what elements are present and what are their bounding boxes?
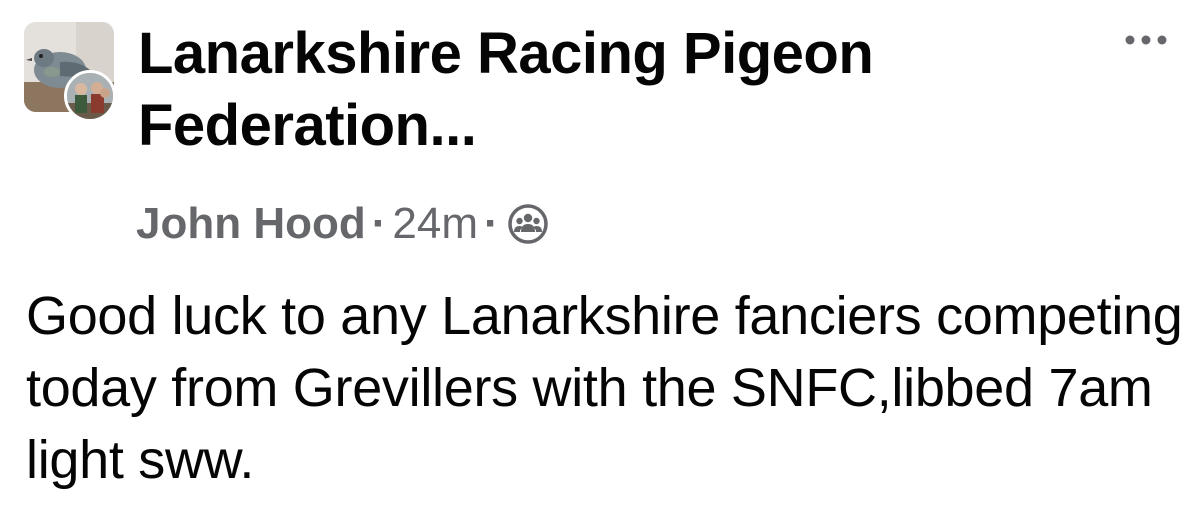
author-name[interactable]: John Hood	[136, 199, 366, 249]
post-meta: John Hood · 24m ·	[136, 196, 549, 252]
meta-separator: ·	[483, 199, 499, 248]
post-timestamp[interactable]: 24m	[392, 199, 478, 249]
meta-separator: ·	[371, 199, 387, 248]
author-photo	[67, 73, 113, 119]
more-options-button[interactable]	[1118, 22, 1174, 58]
author-avatar[interactable]	[64, 70, 116, 122]
post-text: Good luck to any Lanarkshire fanciers co…	[26, 286, 1183, 490]
group-members-icon	[507, 204, 548, 244]
group-avatar[interactable]	[24, 22, 118, 122]
group-name[interactable]: Lanarkshire Racing Pigeon Federation...	[138, 18, 1078, 162]
more-horizontal-icon	[1125, 35, 1167, 45]
group-audience-icon[interactable]	[507, 203, 549, 245]
